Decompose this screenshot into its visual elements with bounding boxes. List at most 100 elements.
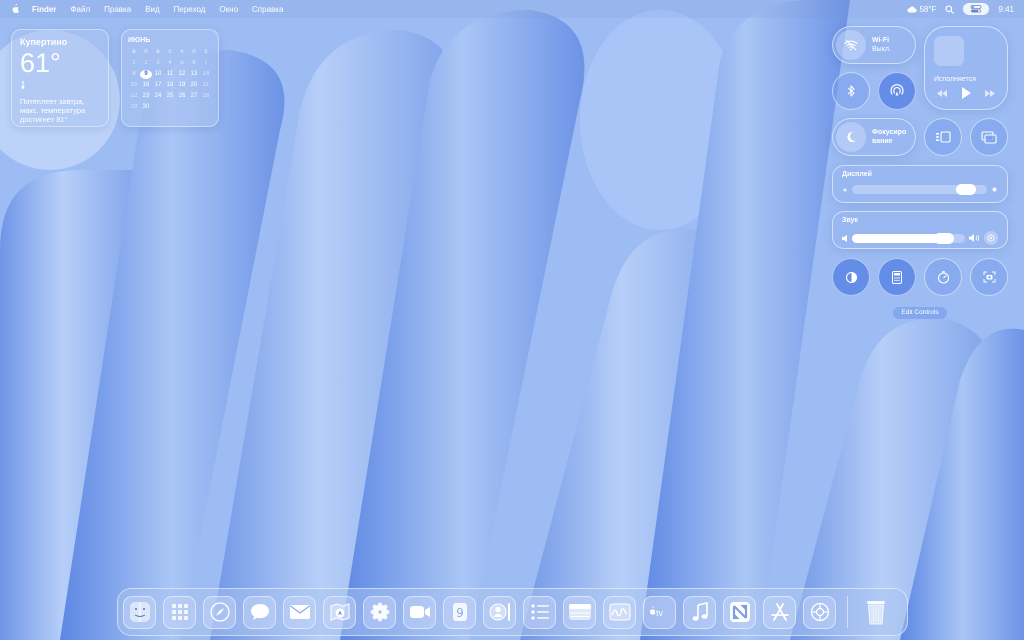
volume-slider[interactable] [852, 232, 965, 244]
dock-photos[interactable] [363, 595, 396, 629]
airdrop-toggle[interactable] [878, 72, 916, 110]
focus-toggle[interactable] [836, 122, 866, 152]
control-center-toggle[interactable] [963, 3, 990, 15]
now-playing-tile[interactable]: Исполняется [924, 26, 1008, 110]
gear-icon [810, 602, 829, 622]
calendar-day: 25 [166, 93, 174, 99]
calendar-day: 8 [132, 71, 136, 77]
calendar-weekday: с [204, 49, 208, 55]
dock-finder[interactable] [123, 595, 156, 629]
menubar-weather[interactable]: 58°F [907, 5, 936, 14]
screenshot-button[interactable] [970, 258, 1008, 296]
stage-manager-icon [936, 131, 951, 143]
airplay-audio-button[interactable] [984, 231, 998, 245]
calendar-weekday: п [192, 49, 196, 55]
calendar-day: 17 [154, 82, 162, 88]
calendar-grid: в п в с ч п с 1 2 3 4 5 6 7 8 9 10 11 12… [128, 48, 212, 112]
menubar-weather-temp: 58°F [919, 4, 937, 14]
display-label: Дисплей [842, 171, 872, 178]
app-store-icon [770, 603, 789, 621]
focus-tile[interactable]: Фокусиро вание [832, 118, 916, 156]
stage-manager-toggle[interactable] [924, 118, 962, 156]
apple-icon[interactable] [10, 4, 20, 14]
reminders-icon [530, 604, 549, 620]
volume-knob[interactable] [933, 232, 954, 244]
volume-high-icon [969, 234, 980, 242]
contacts-icon [489, 603, 510, 621]
dock: 9 tv [117, 588, 908, 636]
apple-tv-icon: tv [649, 606, 664, 618]
display-brightness-knob[interactable] [956, 184, 977, 195]
menu-app-name[interactable]: Finder [32, 5, 56, 14]
dock-notes[interactable] [523, 595, 556, 629]
screen-mirroring-icon [981, 130, 997, 144]
dock-messages[interactable] [243, 595, 276, 629]
dock-trash[interactable] [859, 596, 892, 629]
dock-contacts[interactable] [483, 595, 516, 629]
calendar-day: 26 [178, 93, 186, 99]
calendar-month: июнь [128, 37, 151, 44]
dock-music[interactable] [683, 595, 716, 629]
weather-widget[interactable]: Купертино 61° Потеплеет завтра, макс. те… [11, 29, 109, 127]
calendar-day: 15 [130, 82, 138, 88]
calendar-day: 10 [154, 71, 162, 77]
menu-window[interactable]: Окно [219, 5, 238, 14]
wifi-toggle[interactable] [836, 30, 866, 60]
timer-icon [937, 270, 949, 284]
dock-tv[interactable]: tv [643, 595, 676, 629]
dock-maps[interactable] [323, 595, 356, 629]
notes-icon [568, 604, 591, 620]
dock-reminders[interactable] [563, 595, 596, 629]
calendar-day: 3 [156, 60, 160, 66]
dock-system-settings[interactable] [803, 595, 836, 629]
bluetooth-toggle[interactable] [832, 72, 870, 110]
dock-launchpad[interactable] [163, 595, 196, 629]
dock-facetime[interactable] [403, 595, 436, 629]
wifi-title: Wi-Fi [872, 37, 890, 44]
menubar-clock[interactable]: 9:41 [998, 5, 1014, 14]
safari-icon [209, 602, 230, 622]
calendar-day: 27 [190, 93, 198, 99]
calendar-day: 30 [142, 104, 150, 110]
calendar-day: 1 [132, 60, 136, 66]
edit-controls-button[interactable]: Edit Controls [893, 307, 947, 319]
calendar-day: 16 [142, 82, 150, 88]
dock-phone[interactable]: 9 [443, 595, 476, 629]
next-track-icon[interactable] [984, 89, 996, 97]
menu-view[interactable]: Вид [145, 5, 159, 14]
maps-icon [330, 603, 349, 621]
dock-news[interactable] [723, 595, 756, 629]
bluetooth-icon [847, 85, 855, 97]
display-brightness-slider[interactable] [852, 184, 987, 195]
dock-app-store[interactable] [763, 595, 796, 629]
menu-help[interactable]: Справка [252, 5, 283, 14]
calendar-widget[interactable]: июнь в п в с ч п с 1 2 3 4 5 6 7 8 9 10 … [121, 29, 219, 127]
search-icon[interactable] [945, 4, 955, 14]
menu-edit[interactable]: Правка [104, 5, 131, 14]
calendar-weekday: в [132, 49, 136, 55]
focus-title: Фокусиро [872, 129, 907, 136]
play-icon[interactable] [961, 87, 971, 99]
svg-text:tv: tv [656, 608, 664, 618]
calculator-button[interactable] [878, 258, 916, 296]
calendar-day: 18 [166, 82, 174, 88]
calendar-day: 29 [130, 104, 138, 110]
dark-mode-toggle[interactable] [832, 258, 870, 296]
timer-button[interactable] [924, 258, 962, 296]
cloud-icon [907, 6, 918, 13]
sound-tile: Звук [832, 211, 1008, 249]
menu-file[interactable]: Файл [70, 5, 90, 14]
wifi-tile[interactable]: Wi-Fi Выкл. [832, 26, 916, 64]
control-center-icon [971, 5, 982, 13]
screenshot-icon [983, 271, 995, 283]
dock-safari[interactable] [203, 595, 236, 629]
previous-track-icon[interactable] [936, 89, 948, 97]
mail-icon [289, 605, 310, 619]
dock-mail[interactable] [283, 595, 316, 629]
dock-freeform[interactable] [603, 595, 636, 629]
screen-mirroring-toggle[interactable] [970, 118, 1008, 156]
calendar-day: 22 [130, 93, 138, 99]
now-playing-label: Исполняется [934, 76, 976, 83]
launchpad-icon [171, 604, 188, 620]
menu-go[interactable]: Переход [174, 5, 206, 14]
